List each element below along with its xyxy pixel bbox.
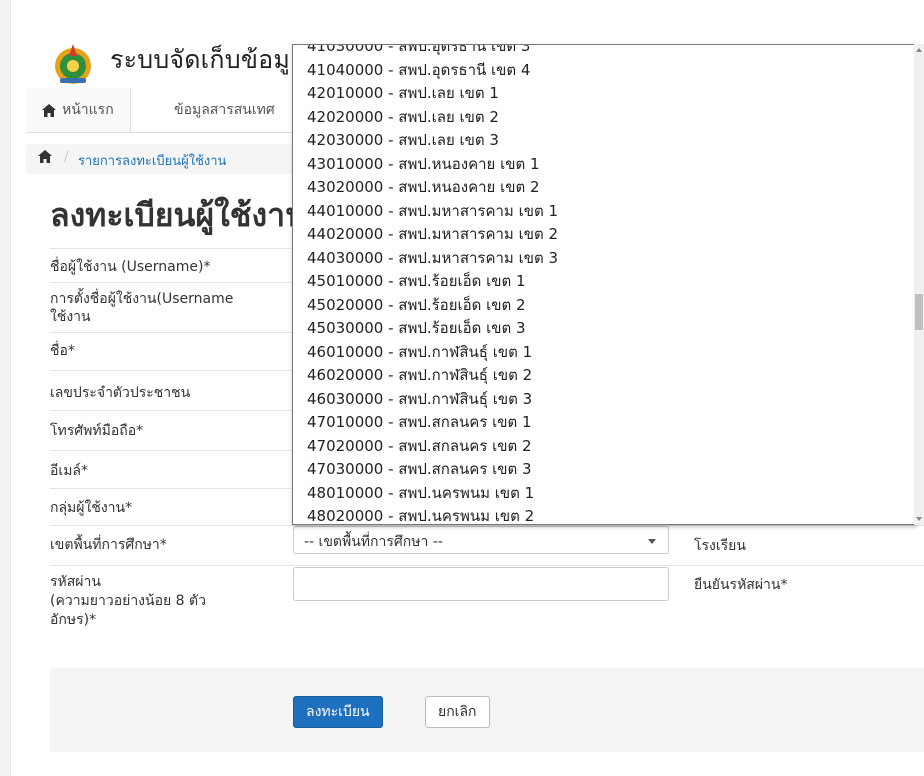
dropdown-options: 41030000 - สพป.อุดรธานี เขต 3 41040000 - … bbox=[307, 45, 558, 524]
nav-info-label: ข้อมูลสารสนเทศ bbox=[174, 102, 275, 118]
dropdown-option[interactable]: 45020000 - สพป.ร้อยเอ็ด เขต 2 bbox=[307, 294, 558, 318]
dropdown-option[interactable]: 46020000 - สพป.กาฬสินธุ์ เขต 2 bbox=[307, 364, 558, 388]
dropdown-option[interactable]: 45010000 - สพป.ร้อยเอ็ด เขต 1 bbox=[307, 270, 558, 294]
cancel-button[interactable]: ยกเลิก bbox=[425, 696, 490, 728]
dropdown-option[interactable]: 42030000 - สพป.เลย เขต 3 bbox=[307, 129, 558, 153]
nav-info[interactable]: ข้อมูลสารสนเทศ bbox=[174, 88, 275, 132]
home-icon[interactable] bbox=[38, 150, 52, 163]
dropdown-option[interactable]: 44020000 - สพป.มหาสารคาม เขต 2 bbox=[307, 223, 558, 247]
area-select-value: -- เขตพื้นที่การศึกษา -- bbox=[304, 534, 443, 550]
area-select[interactable]: -- เขตพื้นที่การศึกษา -- bbox=[293, 526, 669, 554]
nav-home[interactable]: หน้าแรก bbox=[26, 88, 131, 132]
area-dropdown-list[interactable]: 41030000 - สพป.อุดรธานี เขต 3 41040000 - … bbox=[292, 44, 916, 525]
firstname-label: ชื่อ* bbox=[50, 343, 75, 359]
left-border bbox=[0, 0, 11, 776]
dropdown-option[interactable]: 47020000 - สพป.สกลนคร เขต 2 bbox=[307, 435, 558, 459]
password-label-line3: อักษร)* bbox=[50, 612, 97, 628]
dropdown-option[interactable]: 44030000 - สพป.มหาสารคาม เขต 3 bbox=[307, 247, 558, 271]
dropdown-option[interactable]: 41040000 - สพป.อุดรธานี เขต 4 bbox=[307, 59, 558, 83]
breadcrumb-current[interactable]: รายการลงทะเบียนผู้ใช้งาน bbox=[78, 150, 226, 171]
dropdown-option[interactable]: 44010000 - สพป.มหาสารคาม เขต 1 bbox=[307, 200, 558, 224]
dropdown-option[interactable]: 42010000 - สพป.เลย เขต 1 bbox=[307, 82, 558, 106]
page-title: ลงทะเบียนผู้ใช้งาน bbox=[50, 196, 307, 234]
password-input[interactable] bbox=[293, 567, 669, 601]
area-label: เขตพื้นที่การศึกษา* bbox=[50, 537, 167, 553]
scrollbar-thumb[interactable] bbox=[915, 294, 923, 330]
chevron-down-icon bbox=[648, 539, 656, 544]
register-button[interactable]: ลงทะเบียน bbox=[293, 696, 383, 728]
username-hint-line1: การตั้งชื่อผู้ใช้งาน(Username bbox=[50, 291, 234, 307]
password-label-line1: รหัสผ่าน bbox=[50, 574, 101, 590]
user-group-label: กลุ่มผู้ใช้งาน* bbox=[50, 500, 133, 516]
scroll-down-icon[interactable] bbox=[916, 517, 922, 521]
username-label: ชื่อผู้ใช้งาน (Username)* bbox=[50, 259, 211, 275]
dropdown-option[interactable]: 48010000 - สพป.นครพนม เขต 1 bbox=[307, 482, 558, 506]
dropdown-option[interactable]: 48020000 - สพป.นครพนม เขต 2 bbox=[307, 505, 558, 524]
password-label-line2: (ความยาวอย่างน้อย 8 ตัว bbox=[50, 593, 206, 609]
home-icon bbox=[42, 103, 56, 117]
username-hint-line2: ใช้งาน bbox=[50, 309, 91, 325]
dropdown-option[interactable]: 43020000 - สพป.หนองคาย เขต 2 bbox=[307, 176, 558, 200]
dropdown-option[interactable]: 46030000 - สพป.กาฬสินธุ์ เขต 3 bbox=[307, 388, 558, 412]
breadcrumb-separator: / bbox=[64, 150, 69, 165]
dropdown-option[interactable]: 41030000 - สพป.อุดรธานี เขต 3 bbox=[307, 45, 558, 59]
dropdown-option[interactable]: 43010000 - สพป.หนองคาย เขต 1 bbox=[307, 153, 558, 177]
ministry-logo bbox=[55, 44, 91, 84]
dropdown-option[interactable]: 46010000 - สพป.กาฬสินธุ์ เขต 1 bbox=[307, 341, 558, 365]
dropdown-option[interactable]: 45030000 - สพป.ร้อยเอ็ด เขต 3 bbox=[307, 317, 558, 341]
dropdown-option[interactable]: 47010000 - สพป.สกลนคร เขต 1 bbox=[307, 411, 558, 435]
password-confirm-label: ยืนยันรหัสผ่าน* bbox=[694, 577, 788, 593]
dropdown-scrollbar[interactable] bbox=[914, 44, 924, 525]
nav-home-label: หน้าแรก bbox=[62, 102, 114, 118]
form-actions: ลงทะเบียน ยกเลิก bbox=[50, 668, 924, 752]
dropdown-option[interactable]: 47030000 - สพป.สกลนคร เขต 3 bbox=[307, 458, 558, 482]
mobile-label: โทรศัพท์มือถือ* bbox=[50, 423, 144, 439]
scroll-up-icon[interactable] bbox=[916, 48, 922, 52]
citizen-id-label: เลขประจำตัวประชาชน bbox=[50, 385, 191, 401]
email-label: อีเมล์* bbox=[50, 463, 89, 479]
school-label: โรงเรียน bbox=[694, 538, 746, 554]
dropdown-option[interactable]: 42020000 - สพป.เลย เขต 2 bbox=[307, 106, 558, 130]
